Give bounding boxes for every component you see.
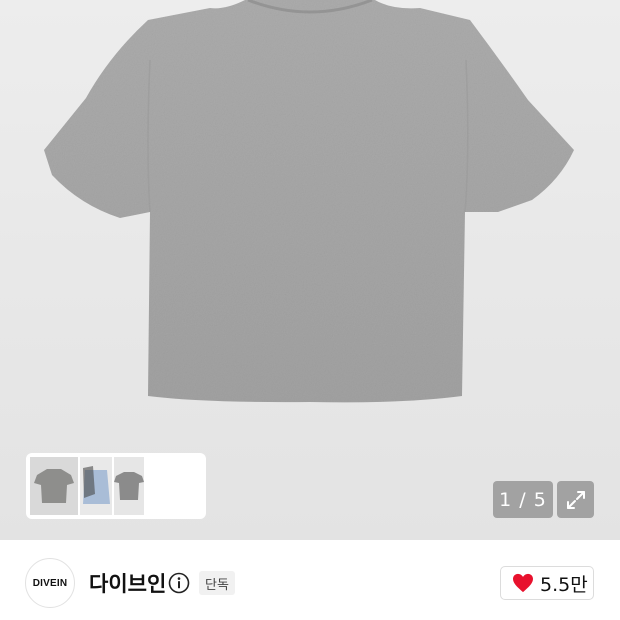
thumbnail-gray-tshirt[interactable] <box>30 457 78 515</box>
heart-icon <box>513 573 533 593</box>
exclusive-badge: 단독 <box>199 571 235 595</box>
expand-icon <box>566 490 585 509</box>
info-icon[interactable] <box>168 572 190 594</box>
tshirt-thumbnail-icon <box>83 466 110 504</box>
like-count: 5.5만 <box>540 573 588 596</box>
tshirt-thumbnail-icon <box>114 472 144 500</box>
thumbnail-charcoal-tshirt[interactable] <box>114 457 144 515</box>
thumbnail-strip <box>26 453 206 519</box>
brand-logo[interactable]: DIVEIN <box>25 558 75 608</box>
like-button[interactable]: 5.5만 <box>500 566 594 600</box>
brand-name[interactable]: 다이브인 <box>89 568 166 598</box>
tshirt-illustration <box>44 0 574 403</box>
brand-logo-text: DIVEIN <box>32 577 68 589</box>
tshirt-thumbnail-icon <box>34 469 74 503</box>
thumbnail-blue-tshirt[interactable] <box>80 457 112 515</box>
product-image-gallery[interactable]: 1 / 5 <box>0 0 620 540</box>
image-counter: 1 / 5 <box>493 481 553 518</box>
fullscreen-button[interactable] <box>557 481 594 518</box>
